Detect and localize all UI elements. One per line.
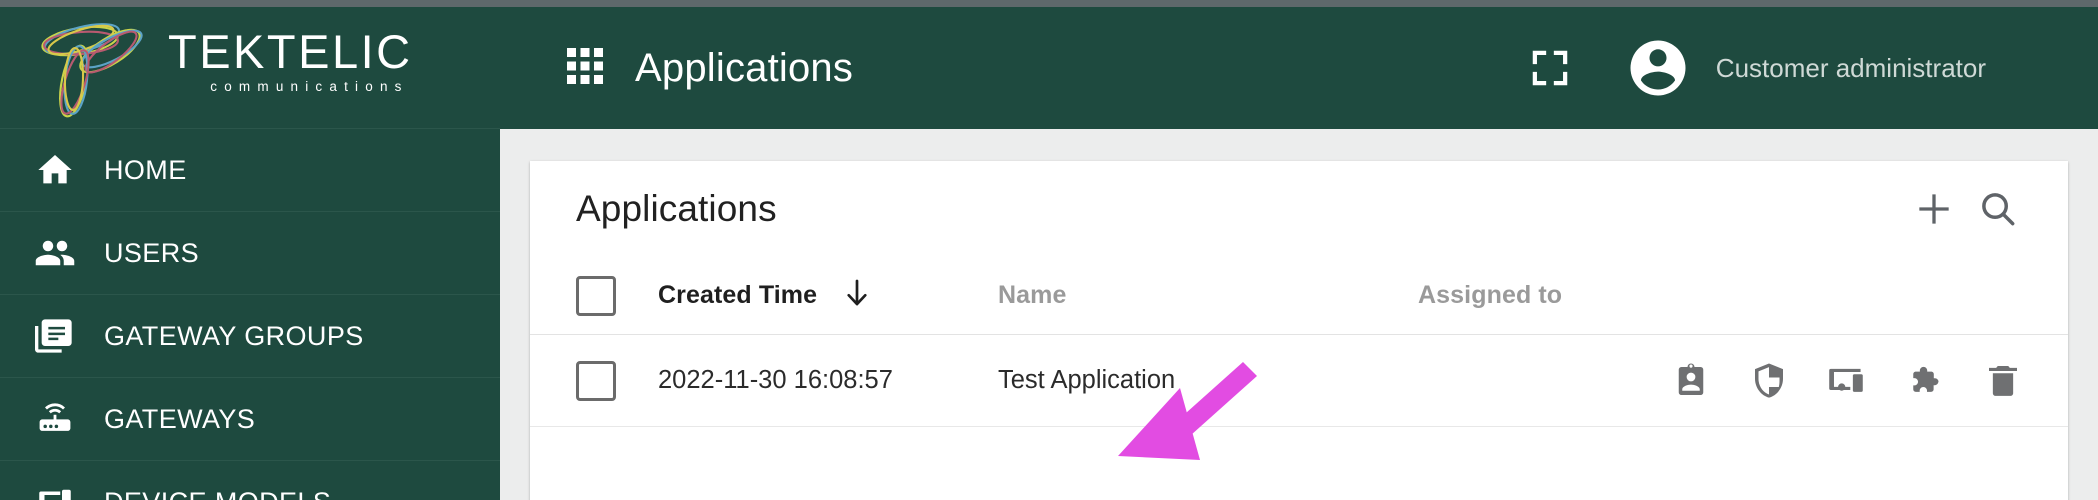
content-area: Applications Created Time Name Assigned … — [500, 129, 2098, 500]
fullscreen-icon[interactable] — [1520, 38, 1580, 98]
select-all-checkbox[interactable] — [576, 275, 616, 316]
column-header-name[interactable]: Name — [998, 281, 1418, 310]
sidebar-item-label: GATEWAYS — [104, 403, 256, 434]
security-button[interactable] — [1742, 354, 1796, 408]
sidebar-item-label: DEVICE MODELS — [104, 487, 331, 500]
sidebar-item-home[interactable]: HOME — [0, 129, 500, 212]
row-select-checkbox[interactable] — [576, 360, 616, 401]
applications-table: Created Time Name Assigned to 2022-11-30… — [530, 257, 2068, 427]
avatar[interactable] — [1622, 32, 1694, 104]
gateway-router-icon — [32, 398, 78, 440]
manage-credentials-button[interactable] — [1664, 354, 1718, 408]
sidebar: TEKTELIC communications HOME USERS GATEW… — [0, 7, 500, 500]
cell-created-time: 2022-11-30 16:08:57 — [658, 366, 893, 394]
sidebar-item-label: GATEWAY GROUPS — [104, 320, 364, 351]
window-top-strip — [0, 0, 2098, 7]
page-title: Applications — [635, 45, 854, 90]
column-header-label: Created Time — [658, 281, 818, 309]
card-title: Applications — [576, 188, 777, 229]
arrow-down-icon — [839, 275, 875, 316]
user-name-label: Customer administrator — [1715, 52, 1986, 83]
home-icon — [32, 150, 78, 190]
app-root: TEKTELIC communications HOME USERS GATEW… — [0, 0, 2098, 500]
tektelic-trefoil-logo — [41, 23, 143, 118]
sidebar-item-device-models[interactable]: DEVICE MODELS — [0, 461, 500, 500]
add-application-button[interactable] — [1902, 177, 1966, 241]
sidebar-item-label: USERS — [104, 237, 200, 268]
card-header: Applications — [530, 161, 2068, 257]
sidebar-item-users[interactable]: USERS — [0, 212, 500, 295]
devices-button[interactable] — [1820, 354, 1874, 408]
row-action-buttons — [1664, 354, 2030, 408]
column-header-assigned-to[interactable]: Assigned to — [1418, 281, 2030, 310]
applications-card: Applications Created Time Name Assigned … — [530, 161, 2068, 500]
search-button[interactable] — [1966, 177, 2030, 241]
table-header-row: Created Time Name Assigned to — [530, 257, 2068, 335]
integrations-button[interactable] — [1898, 354, 1952, 408]
table-row[interactable]: 2022-11-30 16:08:57 Test Application — [530, 335, 2068, 427]
sidebar-item-label: HOME — [104, 154, 187, 185]
more-vertical-icon[interactable] — [2020, 38, 2070, 98]
column-created-time[interactable]: Created Time — [658, 275, 998, 316]
brand-logo[interactable]: TEKTELIC communications — [0, 7, 500, 129]
sidebar-item-gateways[interactable]: GATEWAYS — [0, 378, 500, 461]
brand-logo-text: TEKTELIC communications — [168, 27, 413, 97]
device-models-icon — [32, 481, 78, 500]
cell-name: Test Application — [998, 366, 1176, 394]
gateway-groups-icon — [32, 316, 78, 356]
delete-button[interactable] — [1976, 354, 2030, 408]
top-header: Applications Customer administrator — [500, 7, 2098, 129]
brand-name: TEKTELIC — [168, 25, 413, 78]
apps-grid-icon[interactable] — [565, 46, 605, 91]
sidebar-item-gateway-groups[interactable]: GATEWAY GROUPS — [0, 295, 500, 378]
brand-tagline: communications — [210, 79, 409, 94]
users-icon — [32, 232, 78, 274]
